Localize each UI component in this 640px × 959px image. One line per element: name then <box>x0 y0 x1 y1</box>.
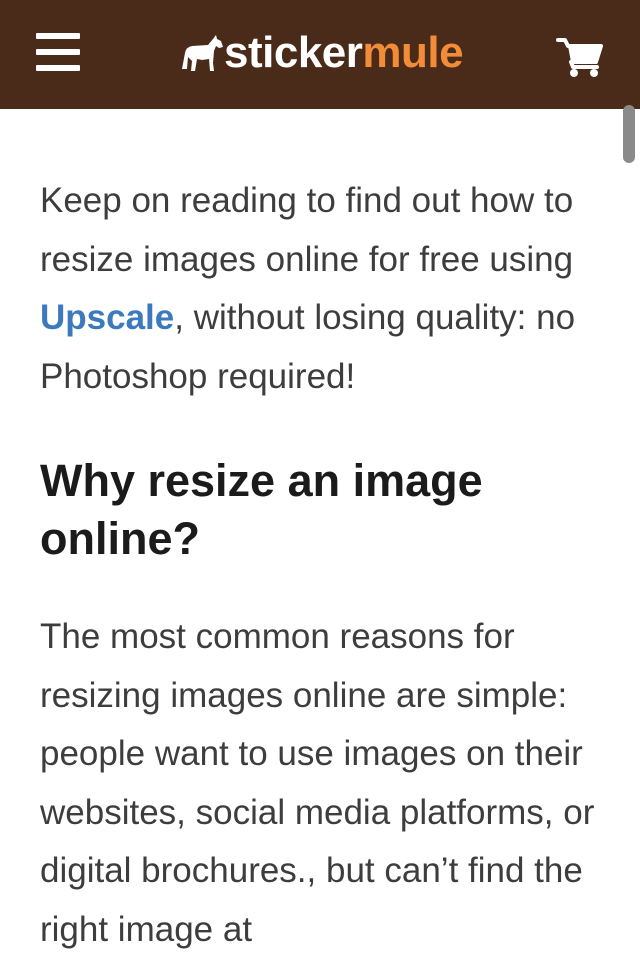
page: results. Keep on reading to find out how… <box>0 0 640 959</box>
logo-text-sticker: sticker <box>224 28 363 77</box>
site-header: sticker mule <box>0 0 640 109</box>
logo-text-mule: mule <box>362 28 464 77</box>
intro-text-before-link: Keep on reading to find out how to resiz… <box>40 181 574 279</box>
mule-logo-icon <box>182 35 223 71</box>
article-content: results. Keep on reading to find out how… <box>0 0 640 959</box>
reasons-paragraph: The most common reasons for resizing ima… <box>40 617 595 949</box>
site-logo[interactable]: sticker mule <box>180 28 464 78</box>
section-heading: Why resize an image online? <box>40 455 483 564</box>
intro-paragraph: Keep on reading to find out how to resiz… <box>40 172 610 406</box>
hamburger-menu-icon[interactable] <box>36 33 82 73</box>
shopping-cart-icon[interactable] <box>556 36 604 78</box>
upscale-link[interactable]: Upscale <box>40 298 174 337</box>
scrollbar-thumb[interactable] <box>623 105 635 163</box>
